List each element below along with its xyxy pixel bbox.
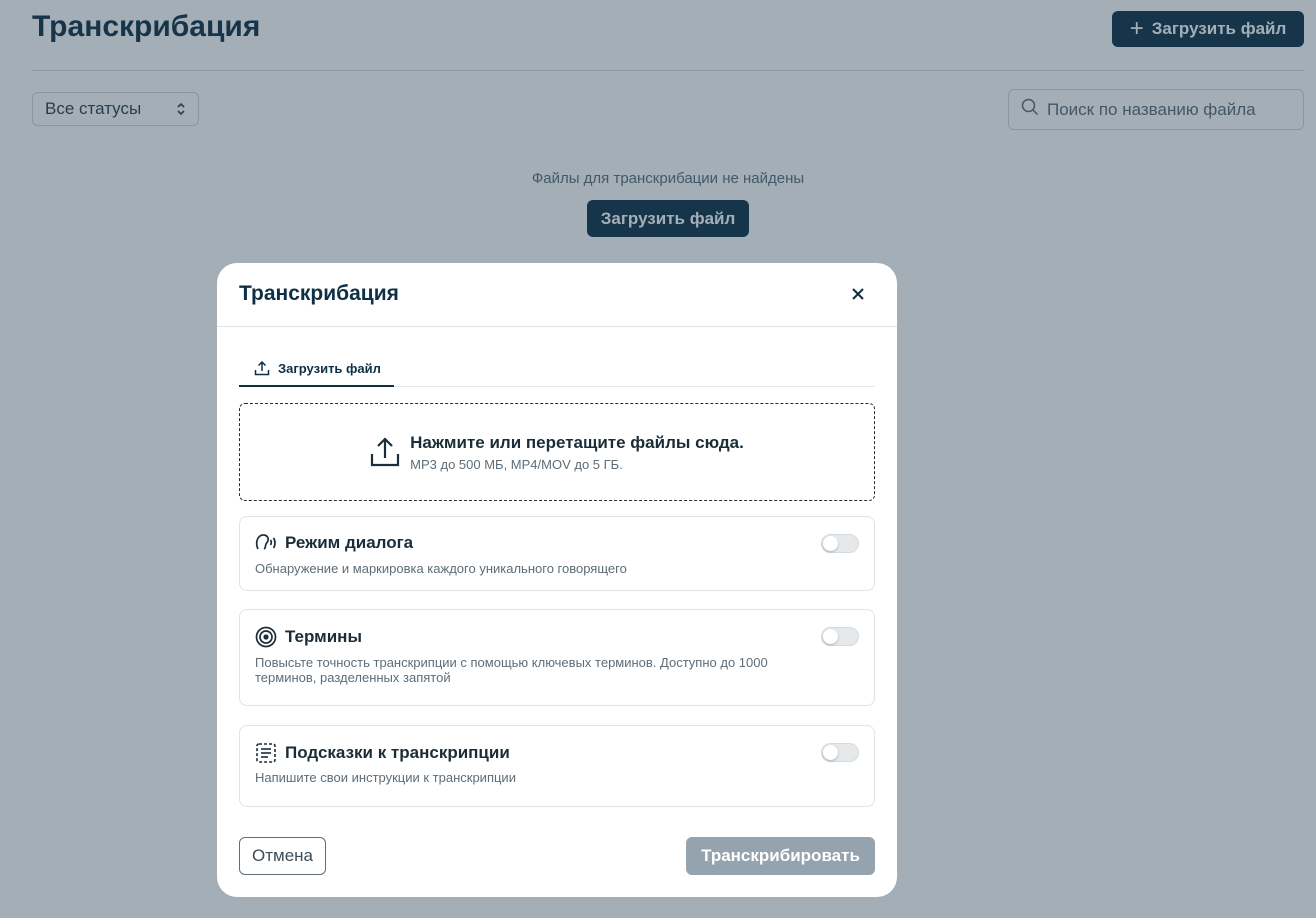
option-title: Термины [285,627,362,646]
modal-title: Транскрибация [239,282,399,305]
close-icon [852,288,864,300]
option-title: Режим диалога [285,533,414,552]
toggle-knob [823,745,838,760]
modal-header: Транскрибация [217,263,897,327]
terms-toggle[interactable] [821,627,859,646]
option-dialog-mode: Режим диалога Обнаружение и маркировка к… [239,516,875,591]
option-transcription-hints: Подсказки к транскрипции Напишите свои и… [239,725,875,807]
tab-upload-file-label: Загрузить файл [278,360,381,376]
tab-upload-file[interactable]: Загрузить файл [239,351,394,387]
option-head: Подсказки к транскрипции [255,742,510,764]
dropzone-subtitle: MP3 до 500 МБ, MP4/MOV до 5 ГБ. [410,456,623,472]
modal-tabs: Загрузить файл [239,351,875,387]
transcription-modal: Транскрибация Загрузить файл Нажмите или… [217,263,897,897]
notes-icon [256,743,276,763]
toggle-knob [823,629,838,644]
cancel-button[interactable]: Отмена [239,837,326,875]
option-head: Режим диалога [255,533,413,553]
close-button[interactable] [845,281,871,307]
dropzone-title: Нажмите или перетащите файлы сюда. [410,432,744,452]
toggle-knob [823,536,838,551]
option-head: Термины [255,626,362,648]
option-description: Напишите свои инструкции к транскрипции [255,770,516,785]
option-terms: Термины Повысьте точность транскрипции с… [239,609,875,706]
dialog-mode-toggle[interactable] [821,534,859,553]
target-icon [255,626,277,648]
upload-icon [371,437,400,467]
file-dropzone[interactable]: Нажмите или перетащите файлы сюда. MP3 д… [239,403,875,501]
hints-toggle[interactable] [821,743,859,762]
option-title: Подсказки к транскрипции [285,743,510,762]
option-description: Обнаружение и маркировка каждого уникаль… [255,561,627,576]
speaker-icon [255,534,276,550]
transcribe-button[interactable]: Транскрибировать [686,837,875,875]
upload-icon [254,360,270,376]
option-description: Повысьте точность транскрипции с помощью… [255,655,768,685]
